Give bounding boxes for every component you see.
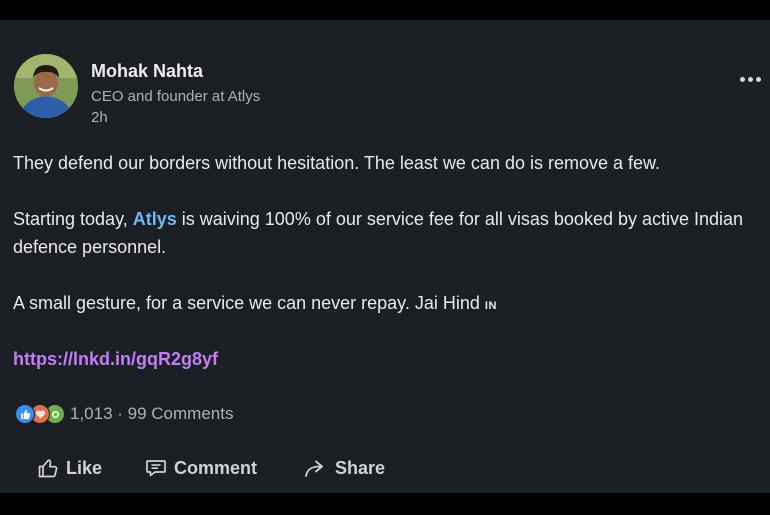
comment-icon [146,460,166,477]
comment-button[interactable]: Comment [144,450,257,486]
reactions-bar[interactable]: 1,013 · 99 Comments [15,402,233,426]
more-options-icon [739,76,745,82]
share-button[interactable]: Share [303,450,385,486]
thumbs-up-icon [38,459,58,478]
post-link[interactable]: https://lnkd.in/gqR2g8yf [13,349,218,369]
more-options-button[interactable] [734,69,766,89]
flag-emoji: IN [484,300,497,312]
like-icon [15,404,35,424]
more-options-dot [747,76,753,82]
like-button[interactable]: Like [36,450,102,486]
comment-label: Comment [174,457,258,478]
author-name[interactable]: Mohak Nahta [91,61,203,82]
post-link-paragraph: https://lnkd.in/gqR2g8yf [13,345,218,373]
post-actions: Like Comment Share [0,450,770,486]
reaction-comment-count[interactable]: 1,013 · 99 Comments [70,404,233,424]
post-paragraph-2: Starting today, Atlys is waiving 100% of… [13,205,763,261]
avatar-photo [14,54,78,118]
like-label: Like [66,457,103,478]
post-paragraph-3: A small gesture, for a service we can ne… [13,289,497,320]
post-card: Mohak Nahta CEO and founder at Atlys 2h … [0,20,770,493]
author-title: CEO and founder at Atlys [91,88,261,105]
share-arrow-icon [305,460,323,477]
paragraph-2-prefix: Starting today, [13,209,133,229]
post-timestamp: 2h [91,109,108,126]
company-mention-link[interactable]: Atlys [133,209,177,229]
paragraph-3-text: A small gesture, for a service we can ne… [13,293,485,313]
author-avatar[interactable] [14,54,78,118]
post-paragraph-1: They defend our borders without hesitati… [13,153,661,173]
share-label: Share [335,457,386,478]
more-options-dot [755,76,761,82]
